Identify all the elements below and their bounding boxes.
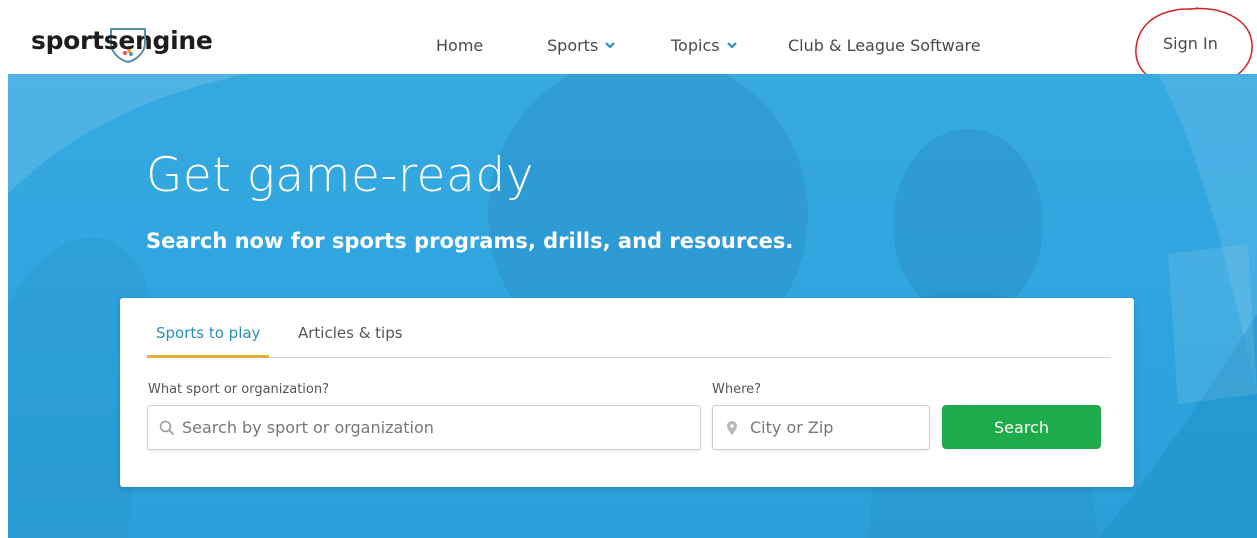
nav-topics[interactable]: Topics: [671, 34, 738, 56]
sport-search-input[interactable]: [182, 406, 700, 449]
logo-shield-mark: se: [103, 26, 146, 63]
nav-club-league-software[interactable]: Club & League Software: [788, 34, 981, 56]
search-tabs: Sports to play Articles & tips: [147, 322, 1111, 358]
nav-topics-label: Topics: [671, 35, 720, 55]
sign-in-link[interactable]: Sign In: [1163, 34, 1218, 53]
logo-text-sport: sport: [31, 26, 104, 55]
tab-articles-tips[interactable]: Articles & tips: [298, 322, 403, 355]
nav-club-league-label: Club & League Software: [788, 35, 981, 55]
nav-sports[interactable]: Sports: [547, 34, 616, 56]
search-card: Sports to play Articles & tips What spor…: [120, 298, 1134, 487]
map-pin-icon: [727, 420, 737, 435]
nav-home[interactable]: Home: [436, 34, 483, 56]
search-button[interactable]: Search: [942, 405, 1101, 449]
location-input[interactable]: [750, 406, 929, 449]
chevron-down-icon: [605, 42, 616, 49]
site-header: sport se ngine Home Sports Topics Club & …: [0, 0, 1257, 74]
tab-sports-to-play[interactable]: Sports to play: [147, 322, 270, 358]
magnifier-icon: [159, 420, 175, 435]
hero-subtitle: Search now for sports programs, drills, …: [146, 229, 794, 253]
nav-sports-label: Sports: [547, 35, 599, 55]
sport-search-box: [147, 405, 701, 450]
chevron-down-icon: [726, 42, 737, 49]
sport-field-label: What sport or organization?: [148, 382, 330, 397]
logo-text-se: se: [103, 26, 136, 55]
location-box: [712, 405, 930, 450]
where-field-label: Where?: [712, 382, 762, 397]
sportsengine-logo[interactable]: sport se ngine: [31, 26, 213, 63]
nav-home-label: Home: [436, 35, 484, 55]
hero-title: Get game-ready: [146, 148, 535, 203]
